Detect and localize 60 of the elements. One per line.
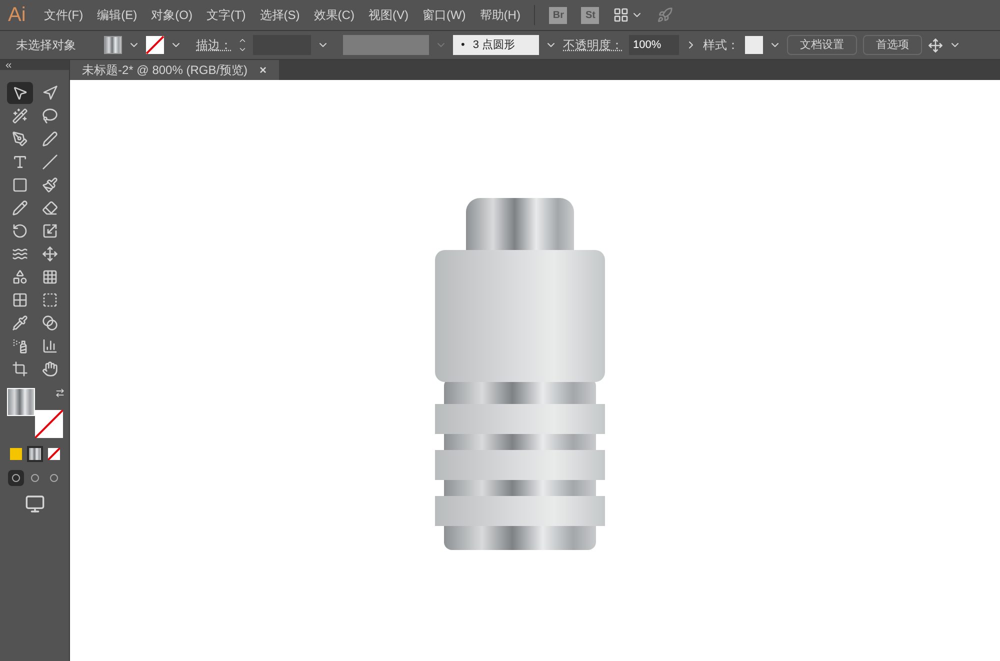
menu-item[interactable]: 选择(S) [260, 6, 300, 24]
type-icon [12, 154, 28, 170]
scale-icon [42, 223, 58, 239]
brush-definition-field[interactable]: • 3 点圆形 [453, 35, 539, 55]
menu-item[interactable]: 帮助(H) [480, 6, 520, 24]
rotate-icon [12, 223, 28, 239]
gradient-mode-button[interactable] [26, 446, 42, 462]
increment-icon[interactable] [238, 36, 247, 45]
mesh-icon [12, 292, 28, 308]
opacity-label: 不透明度： [563, 37, 623, 54]
style-label: 样式： [703, 37, 739, 54]
symbol-sprayer-icon [12, 338, 28, 354]
graphic-style-swatch[interactable] [745, 36, 763, 54]
rectangle-icon [12, 177, 28, 193]
stroke-none-swatch[interactable] [146, 36, 164, 54]
swap-icon[interactable] [54, 388, 64, 398]
menu-item[interactable]: 编辑(E) [97, 6, 138, 24]
fill-color-swatch[interactable] [6, 388, 34, 416]
toolbar-button[interactable]: 文档设置 [787, 35, 857, 55]
app-bridge-button[interactable]: St [581, 6, 600, 24]
paintbrush-icon [42, 177, 58, 193]
line-icon [42, 154, 58, 170]
pen-icon [12, 131, 28, 147]
fill-swatch[interactable] [104, 36, 122, 54]
decrement-icon[interactable] [238, 45, 247, 54]
screen-mode-icon[interactable] [24, 494, 44, 514]
stroke-none-swatch[interactable] [34, 410, 62, 438]
document-tab[interactable]: 未标题-2* @ 800% (RGB/预览) × [70, 60, 279, 80]
app-logo: Ai [8, 3, 26, 28]
eyedropper-icon [12, 315, 28, 331]
menu-item[interactable]: 文字(T) [206, 6, 246, 24]
transform-icon[interactable] [928, 38, 943, 52]
selection-status: 未选择对象 [15, 37, 77, 54]
menu-item[interactable]: 窗口(W) [422, 6, 466, 24]
selection-arrow-tool[interactable] [6, 82, 32, 104]
selection-arrow-icon [12, 85, 28, 101]
opacity-field[interactable]: 100% [629, 35, 679, 55]
direct-selection-arrow-icon [42, 85, 58, 101]
hand-icon [42, 361, 58, 377]
toolbar-button[interactable]: 首选项 [863, 35, 922, 55]
menu-item[interactable]: 视图(V) [368, 6, 408, 24]
shape-builder-icon [12, 269, 28, 285]
pencil-icon [12, 200, 28, 216]
menu-item[interactable]: 效果(C) [314, 6, 354, 24]
stroke-label: 描边： [196, 37, 232, 54]
none-mode-button[interactable] [46, 446, 62, 462]
bar-chart-icon [42, 338, 58, 354]
draw-mode-button[interactable] [8, 470, 24, 486]
workspace-layout-icon[interactable] [613, 7, 630, 23]
close-tab-button[interactable]: × [260, 61, 267, 79]
warp-icon [12, 246, 28, 262]
menu-item[interactable]: 文件(F) [44, 6, 84, 24]
app-bridge-button[interactable]: Br [549, 6, 568, 24]
blend-icon [42, 315, 58, 331]
magic-wand-icon [12, 108, 28, 124]
color-mode-button[interactable] [8, 446, 24, 462]
lasso-icon [42, 108, 58, 124]
menu-item[interactable]: 对象(O) [151, 6, 192, 24]
collapse-icon[interactable] [4, 60, 13, 70]
eraser-icon [42, 200, 58, 216]
